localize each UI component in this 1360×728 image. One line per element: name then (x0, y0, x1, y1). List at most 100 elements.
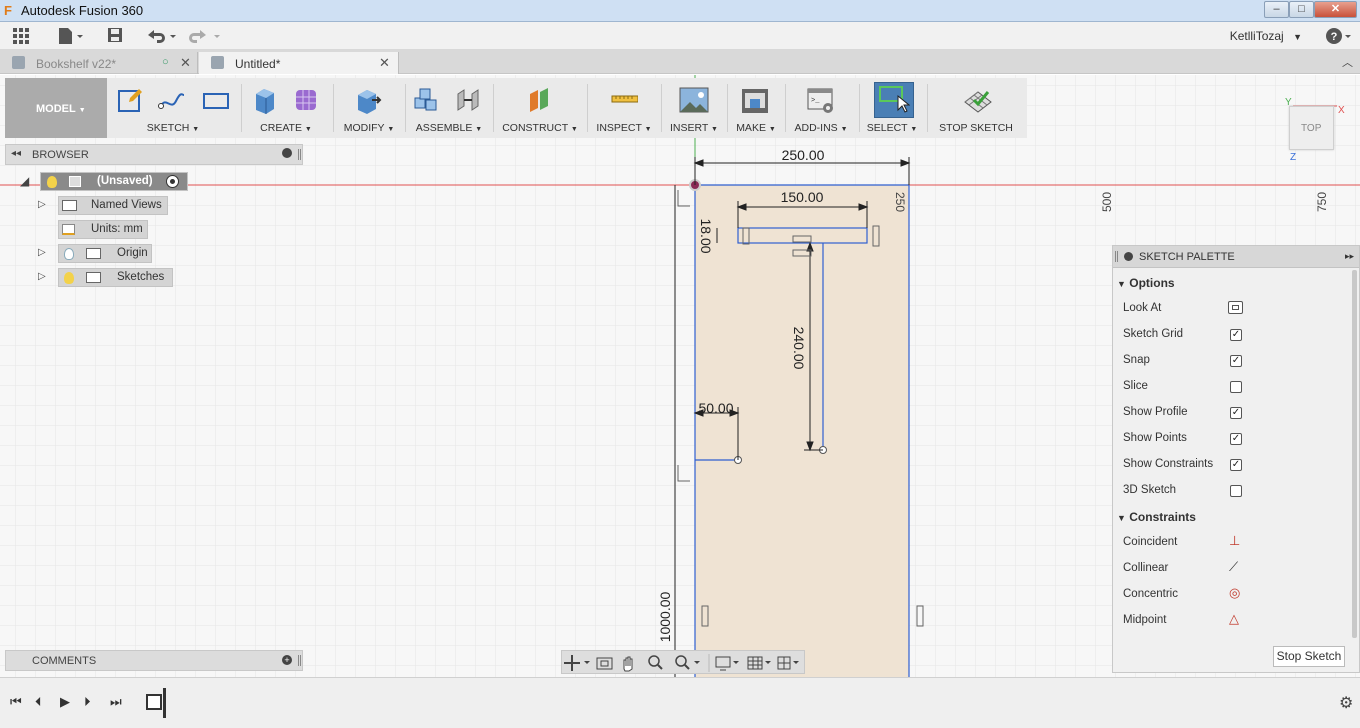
display-settings-icon[interactable] (715, 656, 739, 671)
view-cube[interactable]: TOP (1289, 106, 1334, 150)
show-constraints-checkbox[interactable]: ✓ (1230, 459, 1242, 471)
zoom-window-icon[interactable] (675, 655, 700, 670)
insert-group[interactable]: INSERT ▼ (664, 78, 724, 138)
expand-triangle-icon[interactable]: ▷ (38, 199, 46, 210)
close-tab-icon[interactable]: ✕ (180, 55, 191, 71)
assemble-group[interactable]: ASSEMBLE ▼ (408, 78, 490, 138)
collinear-icon[interactable]: ⟋ (1229, 559, 1238, 575)
add-ins-group[interactable]: >_ ADD-INS ▼ (788, 78, 854, 138)
zoom-icon[interactable] (648, 655, 663, 670)
activate-radio-icon[interactable] (166, 175, 179, 188)
drag-handle[interactable] (1115, 251, 1118, 262)
expand-triangle-icon[interactable]: ▷ (38, 247, 46, 258)
collapse-panel-icon[interactable]: ◂◂ (11, 148, 21, 159)
comments-panel-header[interactable]: COMMENTS + (5, 650, 303, 671)
close-button[interactable]: ✕ (1314, 1, 1357, 18)
lightbulb-icon[interactable] (64, 272, 74, 284)
option-sketch-grid[interactable]: Sketch Grid (1123, 328, 1183, 340)
play-icon[interactable]: ▶ (60, 694, 70, 710)
create-sketch-icon[interactable] (116, 86, 144, 114)
constraint-collinear[interactable]: Collinear (1123, 562, 1168, 574)
modify-group[interactable]: MODIFY ▼ (336, 78, 402, 138)
press-pull-icon[interactable] (354, 86, 382, 114)
3d-print-icon[interactable] (740, 86, 770, 116)
expand-panel-icon[interactable]: ▸▸ (1345, 251, 1354, 262)
spline-icon[interactable] (158, 86, 186, 114)
palette-scrollbar[interactable] (1352, 270, 1357, 638)
concentric-icon[interactable]: ◎ (1229, 585, 1240, 601)
coincident-icon[interactable]: ⊥ (1229, 533, 1240, 549)
new-component-icon[interactable] (412, 86, 440, 114)
pan-hand-icon[interactable] (623, 656, 633, 672)
panel-resize-handle[interactable] (298, 149, 301, 160)
stop-sketch-button[interactable]: Stop Sketch (1273, 646, 1345, 667)
lightbulb-icon[interactable] (47, 176, 57, 188)
option-snap[interactable]: Snap (1123, 354, 1150, 366)
rectangle-icon[interactable] (202, 86, 230, 114)
option-slice[interactable]: Slice (1123, 380, 1148, 392)
save-icon[interactable] (104, 26, 126, 46)
panel-options-icon[interactable] (282, 148, 292, 158)
insert-image-icon[interactable] (679, 86, 709, 116)
browser-panel-header[interactable]: ◂◂ BROWSER (5, 144, 303, 165)
browser-node-origin[interactable]: Origin (58, 244, 152, 263)
snap-checkbox[interactable]: ✓ (1230, 355, 1242, 367)
sketch-grid-checkbox[interactable]: ✓ (1230, 329, 1242, 341)
select-icon[interactable] (878, 84, 910, 114)
stop-sketch-group[interactable]: STOP SKETCH (930, 78, 1022, 138)
go-to-start-icon[interactable]: ⏮ (10, 694, 22, 710)
grid-settings-icon[interactable] (747, 656, 771, 670)
options-section-header[interactable]: ▼ Options (1117, 276, 1175, 290)
inspect-group[interactable]: INSPECT ▼ (590, 78, 658, 138)
panel-resize-handle[interactable] (298, 655, 301, 666)
offset-plane-icon[interactable] (526, 86, 554, 114)
show-points-checkbox[interactable]: ✓ (1230, 433, 1242, 445)
extrude-icon[interactable] (250, 86, 278, 114)
joint-icon[interactable] (454, 86, 482, 114)
file-menu-icon[interactable] (55, 26, 85, 46)
browser-node-units[interactable]: Units: mm (58, 220, 148, 239)
undo-icon[interactable] (144, 26, 178, 46)
select-group[interactable]: SELECT ▼ (862, 78, 922, 138)
lightbulb-off-icon[interactable] (64, 248, 74, 260)
timeline-sketch-feature-icon[interactable] (146, 694, 162, 710)
look-at-icon[interactable] (1228, 301, 1243, 314)
minimize-button[interactable]: – (1264, 1, 1289, 18)
timeline-settings-gear-icon[interactable]: ⚙ (1339, 693, 1353, 713)
option-show-points[interactable]: Show Points (1123, 432, 1187, 444)
expand-triangle-icon[interactable]: ◢ (20, 174, 29, 188)
form-icon[interactable] (292, 86, 320, 114)
timeline-marker[interactable] (163, 688, 166, 718)
close-tab-icon[interactable]: ✕ (379, 55, 390, 71)
user-account-menu[interactable]: KetlliTozaj ▼ (1230, 29, 1302, 43)
option-3d-sketch[interactable]: 3D Sketch (1123, 484, 1176, 496)
step-back-icon[interactable]: ⏴ (35, 694, 42, 710)
stop-sketch-icon[interactable] (962, 86, 994, 116)
constraint-midpoint[interactable]: Midpoint (1123, 614, 1166, 626)
help-icon[interactable]: ? (1324, 26, 1354, 46)
constraints-section-header[interactable]: ▼ Constraints (1117, 510, 1196, 524)
option-look-at[interactable]: Look At (1123, 302, 1161, 314)
tab-untitled[interactable]: Untitled* ✕ (199, 52, 399, 74)
make-group[interactable]: MAKE ▼ (730, 78, 782, 138)
constraint-coincident[interactable]: Coincident (1123, 536, 1177, 548)
sketch-group[interactable]: SKETCH ▼ (110, 78, 236, 138)
midpoint-icon[interactable]: △ (1229, 611, 1239, 627)
go-to-end-icon[interactable]: ⏭ (110, 694, 122, 710)
constraint-concentric[interactable]: Concentric (1123, 588, 1178, 600)
construct-group[interactable]: CONSTRUCT ▼ (496, 78, 584, 138)
redo-icon[interactable] (188, 26, 222, 46)
show-profile-checkbox[interactable]: ✓ (1230, 407, 1242, 419)
expand-triangle-icon[interactable]: ▷ (38, 271, 46, 282)
add-comment-icon[interactable]: + (282, 655, 292, 665)
viewports-icon[interactable] (777, 656, 799, 670)
tab-bookshelf[interactable]: Bookshelf v22* ○ ✕ (0, 52, 198, 74)
slice-checkbox[interactable] (1230, 381, 1242, 393)
browser-node-named-views[interactable]: Named Views (58, 196, 168, 215)
maximize-button[interactable]: □ (1289, 1, 1314, 18)
data-panel-grid-icon[interactable] (10, 26, 32, 46)
option-show-constraints[interactable]: Show Constraints (1123, 458, 1213, 470)
scripts-icon[interactable]: >_ (806, 86, 836, 116)
palette-options-icon[interactable] (1124, 252, 1133, 261)
look-at-icon[interactable] (596, 657, 613, 670)
